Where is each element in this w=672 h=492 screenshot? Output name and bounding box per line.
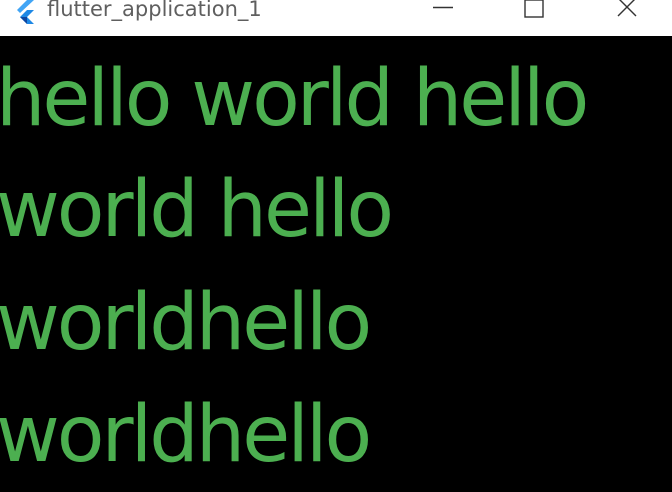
minimize-icon xyxy=(433,6,453,9)
maximize-button[interactable] xyxy=(511,0,557,28)
text-line: world hello xyxy=(0,165,394,255)
title-bar[interactable]: flutter_application_1 xyxy=(0,0,672,36)
minimize-button[interactable] xyxy=(420,0,466,28)
text-line: worldhello xyxy=(0,390,372,480)
maximize-icon xyxy=(524,0,544,18)
text-line: worldhello xyxy=(0,278,372,368)
app-window: flutter_application_1 hello world hello … xyxy=(0,0,672,492)
close-button[interactable] xyxy=(604,0,650,28)
text-line: hello world hello xyxy=(0,54,589,144)
window-title: flutter_application_1 xyxy=(47,0,262,21)
flutter-logo-icon xyxy=(14,0,40,24)
app-content: hello world hello world hello worldhello… xyxy=(0,36,672,492)
close-icon xyxy=(617,0,637,17)
